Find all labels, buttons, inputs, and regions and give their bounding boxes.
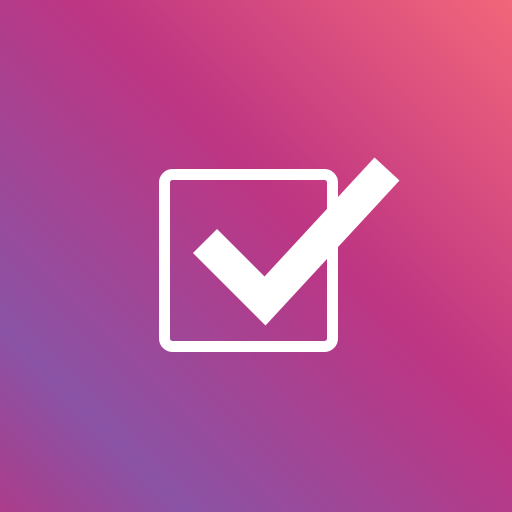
app-icon-artwork [0,0,512,512]
icon-background [0,0,512,512]
app-icon [0,0,512,512]
